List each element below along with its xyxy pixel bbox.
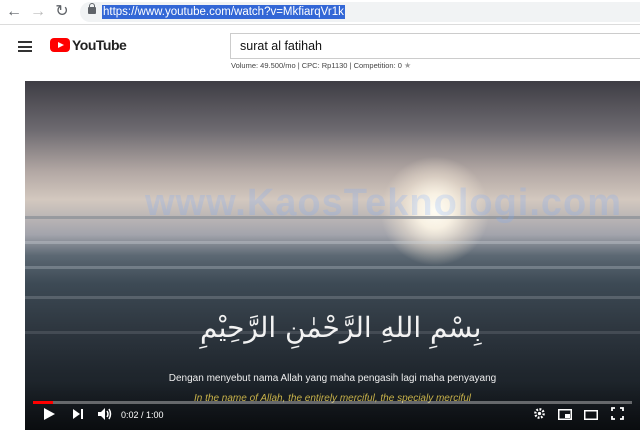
time-display: 0:02 / 1:00 bbox=[121, 410, 164, 420]
forward-icon[interactable]: → bbox=[28, 2, 48, 22]
wave bbox=[25, 296, 640, 299]
gear-icon bbox=[533, 408, 545, 419]
arabic-calligraphy: بِسْمِ اللهِ الرَّحْمٰنِ الرَّحِيْمِ bbox=[200, 311, 482, 344]
video-player[interactable]: www.KaosTeknologi.com بِسْمِ اللهِ الرَّ… bbox=[25, 81, 640, 430]
play-icon bbox=[44, 408, 55, 420]
theater-icon bbox=[584, 410, 598, 420]
settings-button[interactable] bbox=[530, 407, 548, 425]
fullscreen-button[interactable] bbox=[607, 407, 627, 425]
keyword-tool-icon[interactable]: ★ bbox=[404, 61, 412, 70]
progress-fill bbox=[33, 401, 53, 404]
progress-bar[interactable] bbox=[33, 401, 632, 404]
play-button[interactable] bbox=[40, 407, 58, 425]
keyword-stats: Volume: 49.500/mo | CPC: Rp1130 | Compet… bbox=[231, 61, 412, 70]
keyword-stats-text: Volume: 49.500/mo | CPC: Rp1130 | Compet… bbox=[231, 61, 402, 70]
lock-icon bbox=[88, 3, 96, 14]
theater-mode-button[interactable] bbox=[581, 407, 601, 425]
youtube-play-icon bbox=[50, 38, 70, 52]
next-icon bbox=[73, 409, 83, 419]
wave bbox=[25, 241, 640, 244]
menu-icon[interactable] bbox=[18, 41, 32, 52]
miniplayer-button[interactable] bbox=[555, 407, 575, 425]
next-button[interactable] bbox=[69, 407, 87, 425]
caption-indonesian: Dengan menyebut nama Allah yang maha pen… bbox=[168, 373, 497, 384]
youtube-header: YouTube surat al fatihah Volume: 49.500/… bbox=[0, 25, 640, 75]
url-text[interactable]: https://www.youtube.com/watch?v=MkfiarqV… bbox=[102, 5, 345, 19]
reload-icon[interactable]: ↻ bbox=[52, 2, 72, 22]
search-value: surat al fatihah bbox=[240, 39, 322, 53]
fullscreen-icon bbox=[610, 407, 624, 420]
logo-text: YouTube bbox=[72, 37, 127, 53]
wave bbox=[25, 266, 640, 269]
search-input[interactable]: surat al fatihah bbox=[230, 33, 640, 59]
watermark: www.KaosTeknologi.com bbox=[145, 182, 623, 224]
browser-toolbar: ← → ↻ https://www.youtube.com/watch?v=Mk… bbox=[0, 0, 640, 25]
address-bar[interactable]: https://www.youtube.com/watch?v=MkfiarqV… bbox=[80, 2, 640, 22]
volume-icon bbox=[98, 408, 112, 420]
miniplayer-icon bbox=[558, 409, 572, 420]
back-icon[interactable]: ← bbox=[4, 2, 24, 22]
volume-button[interactable] bbox=[95, 407, 115, 425]
